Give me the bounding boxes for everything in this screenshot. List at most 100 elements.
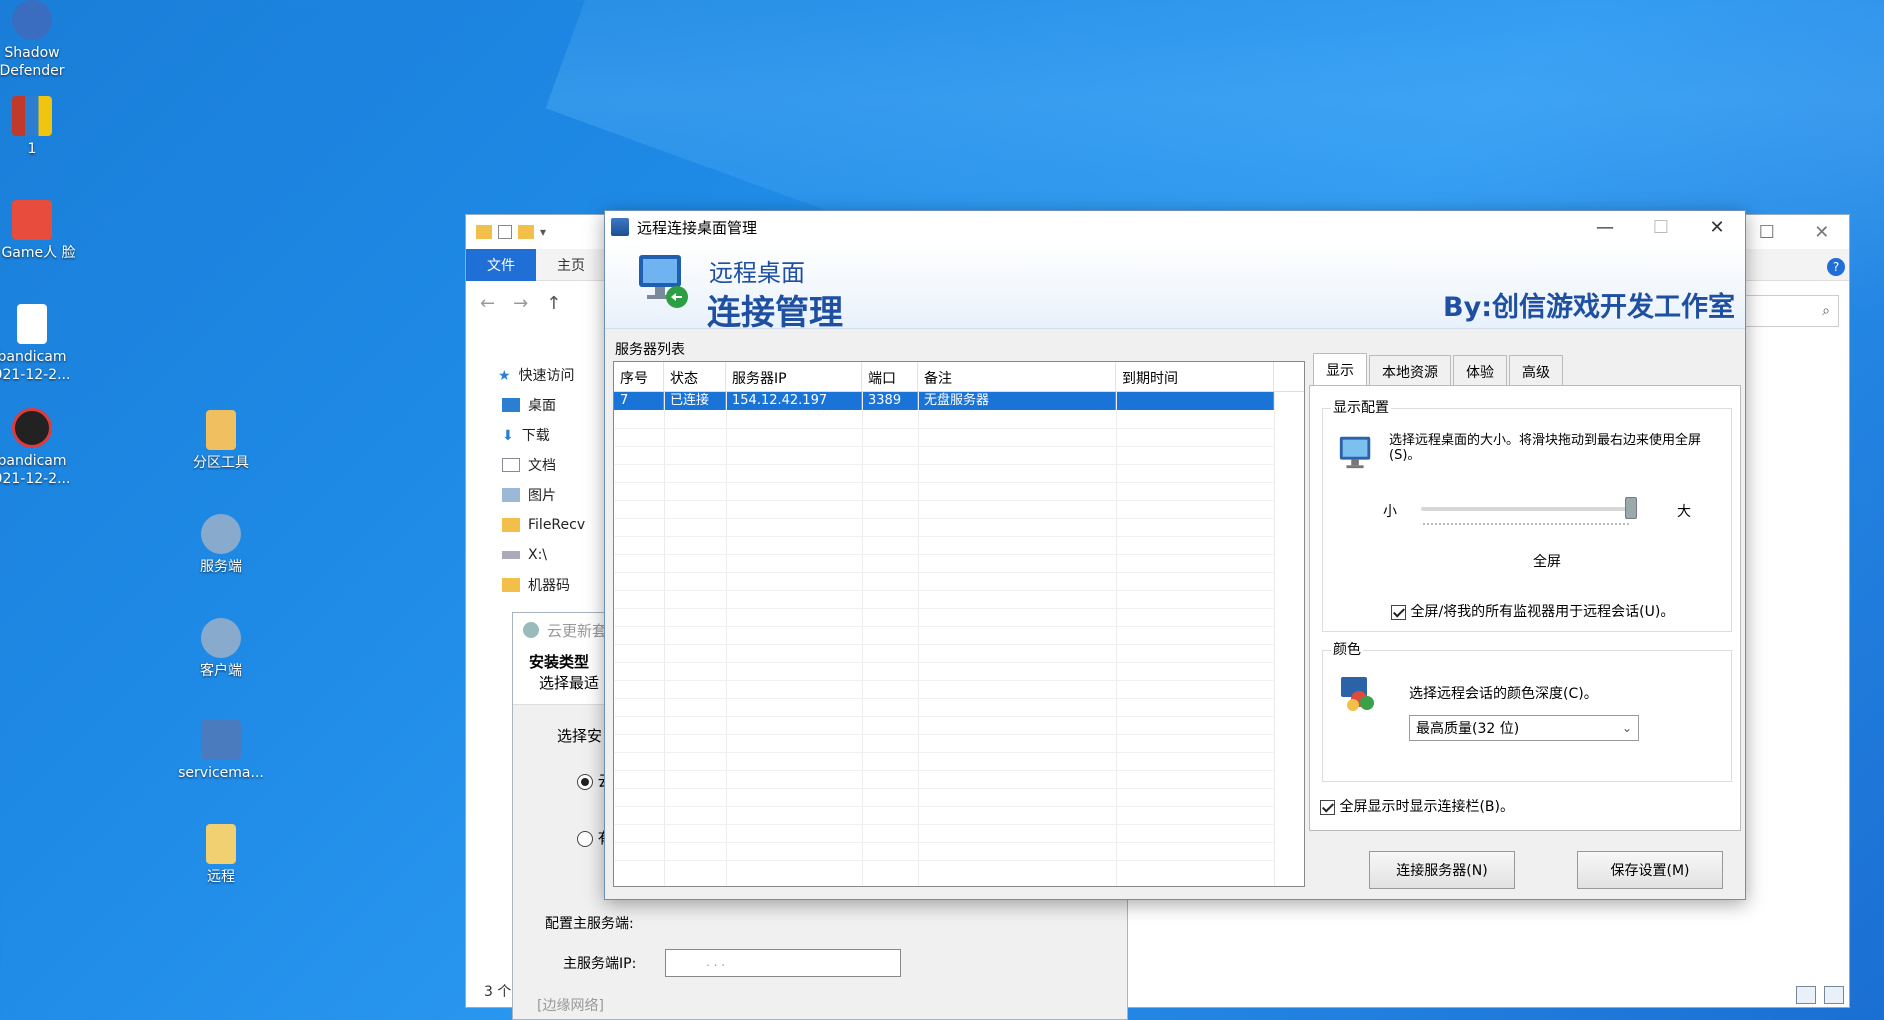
grid-line [614, 626, 1274, 627]
details-view-icon[interactable] [1796, 986, 1816, 1004]
radio-button[interactable] [577, 830, 593, 847]
up-arrow-icon[interactable]: ↑ [546, 293, 561, 314]
sidebar-item-quick-access[interactable]: ★ 快速访问 [466, 360, 606, 390]
remote-desktop-logo-icon [639, 255, 688, 308]
show-connection-bar-checkbox[interactable] [1320, 799, 1335, 815]
grid-line [614, 464, 1274, 465]
table-row[interactable]: 7 已连接 154.12.42.197 3389 无盘服务器 [614, 392, 1274, 410]
tab-home[interactable]: 主页 [536, 255, 606, 275]
tab-local-resources[interactable]: 本地资源 [1369, 355, 1451, 385]
sidebar-item-downloads[interactable]: ⬇ 下载 [466, 420, 606, 450]
desktop-icon-label: 客户端 [200, 663, 242, 679]
desktop-icon-remote[interactable]: 远程 [175, 824, 267, 886]
picture-icon [502, 488, 520, 502]
desktop-icon-label: servicema... [178, 765, 264, 781]
grid-line [614, 806, 1274, 807]
desktop-icon-bandicam-1[interactable]: bandicam 021-12-2... [0, 304, 78, 384]
cell-id: 7 [614, 392, 664, 410]
group-title: 显示配置 [1331, 397, 1391, 417]
desktop-icon-partition-tool[interactable]: 分区工具 [175, 410, 267, 472]
column-header-ip[interactable]: 服务器IP [726, 362, 862, 391]
ip-label: 主服务端IP: [563, 956, 637, 972]
color-depth-select[interactable]: 最高质量(32 位) ⌄ [1409, 715, 1639, 741]
window-title: 远程连接桌面管理 [637, 218, 758, 237]
grid-line [614, 698, 1274, 699]
save-settings-button[interactable]: 保存设置(M) [1577, 851, 1723, 889]
chevron-down-icon: ⌄ [1621, 721, 1632, 735]
installer-footer: [边缘网络] [537, 998, 604, 1014]
tab-file[interactable]: 文件 [466, 248, 536, 281]
back-arrow-icon[interactable]: ← [480, 293, 495, 314]
sidebar-item-label: 机器码 [528, 578, 570, 594]
close-icon[interactable]: ✕ [1814, 222, 1829, 243]
color-group: 颜色 选择远程会话的颜色深度(C)。 最高质量(32 位) ⌄ [1322, 639, 1732, 782]
sidebar-item-documents[interactable]: 文档 [466, 450, 606, 480]
column-header-id[interactable]: 序号 [614, 362, 664, 391]
desktop-icon-1[interactable]: 1 [0, 96, 78, 158]
slider-ticks [1423, 523, 1629, 525]
column-header-port[interactable]: 端口 [862, 362, 918, 391]
rdp-window-controls: — ☐ ✕ [1577, 211, 1745, 243]
desktop-icon-shadow-defender[interactable]: Shadow Defender [0, 0, 78, 80]
radio-button[interactable] [577, 773, 593, 790]
grid-line [614, 500, 1274, 501]
desktop-icon-wegame[interactable]: e Game人 脸 [0, 200, 78, 262]
sidebar-item-label: FileRecv [528, 517, 586, 533]
desktop-icon-server[interactable]: 服务端 [175, 514, 267, 576]
grid-line [664, 392, 665, 886]
server-list[interactable]: 序号 状态 服务器IP 端口 备注 到期时间 7 已连接 154.12.42.1… [613, 361, 1305, 887]
desktop-icon-servicemanager[interactable]: servicema... [175, 720, 267, 782]
sidebar-item-pictures[interactable]: 图片 [466, 480, 606, 510]
settings-tabs: 显示 本地资源 体验 高级 [1313, 353, 1565, 385]
grid-line [614, 788, 1274, 789]
grid-line [918, 392, 919, 886]
display-size-slider-track[interactable] [1421, 507, 1631, 511]
close-icon[interactable]: ✕ [1689, 211, 1745, 243]
display-size-slider-thumb[interactable] [1625, 497, 1637, 519]
sidebar-item-x-drive[interactable]: X:\ [466, 540, 606, 570]
monitor-icon [1339, 436, 1371, 469]
sidebar-item-machine-code[interactable]: 机器码 [466, 570, 606, 600]
star-icon: ★ [498, 368, 511, 384]
rdp-banner: 远程桌面 连接管理 By:创信游戏开发工作室 [605, 243, 1745, 333]
maximize-icon[interactable]: ☐ [1759, 222, 1775, 243]
sidebar-item-desktop[interactable]: 桌面 [466, 390, 606, 420]
group-title: 颜色 [1331, 639, 1363, 659]
explorer-sidebar: ★ 快速访问 桌面 ⬇ 下载 文档 图片 FileRecv X:\ 机器码 [466, 360, 606, 600]
help-icon[interactable]: ? [1827, 258, 1845, 276]
cell-status: 已连接 [664, 392, 726, 410]
minimize-icon[interactable]: — [1577, 211, 1633, 243]
desktop-icon-label: 服务端 [200, 559, 242, 575]
column-header-note[interactable]: 备注 [918, 362, 1116, 391]
grid-line [614, 734, 1274, 735]
chevron-down-icon[interactable]: ▾ [540, 225, 546, 239]
tab-experience[interactable]: 体验 [1453, 355, 1507, 385]
desktop-icon-label: e Game人 脸 [0, 245, 76, 261]
rdp-manager-window: 远程连接桌面管理 — ☐ ✕ 远程桌面 连接管理 By:创信游戏开发工作室 服务… [604, 210, 1746, 900]
grid-line [726, 392, 727, 886]
tab-advanced[interactable]: 高级 [1509, 355, 1563, 385]
show-connection-bar-row[interactable]: 全屏显示时显示连接栏(B)。 [1320, 796, 1514, 816]
desktop-icon-client[interactable]: 客户端 [175, 618, 267, 680]
connect-server-button[interactable]: 连接服务器(N) [1369, 851, 1515, 889]
desktop-icon-bandicam-2[interactable]: bandicam 021-12-2... [0, 408, 78, 488]
folder-icon [206, 410, 236, 450]
folder-icon [518, 225, 534, 239]
forward-arrow-icon[interactable]: → [513, 293, 528, 314]
multi-monitor-checkbox-row[interactable]: 全屏/将我的所有监视器用于远程会话(U)。 [1391, 601, 1674, 621]
column-header-status[interactable]: 状态 [664, 362, 726, 391]
sidebar-item-label: 图片 [528, 488, 556, 504]
large-icons-view-icon[interactable] [1824, 986, 1844, 1004]
column-header-expire[interactable]: 到期时间 [1116, 362, 1274, 391]
display-tab-panel: 显示配置 选择远程桌面的大小。将滑块拖动到最右边来使用全屏(S)。 小 大 全屏… [1309, 385, 1741, 831]
search-box[interactable]: ⌕ [1739, 295, 1839, 327]
main-server-ip-input[interactable]: . . . [665, 949, 901, 977]
desktop-icon-label: bandicam 021-12-2... [0, 349, 71, 383]
view-toggle [1796, 986, 1844, 1004]
sidebar-item-filerecv[interactable]: FileRecv [466, 510, 606, 540]
grid-line [862, 392, 863, 886]
multi-monitor-label: 全屏/将我的所有监视器用于远程会话(U)。 [1410, 604, 1675, 620]
wegame-icon [12, 200, 52, 240]
tab-display[interactable]: 显示 [1313, 353, 1367, 385]
multi-monitor-checkbox[interactable] [1391, 604, 1406, 620]
